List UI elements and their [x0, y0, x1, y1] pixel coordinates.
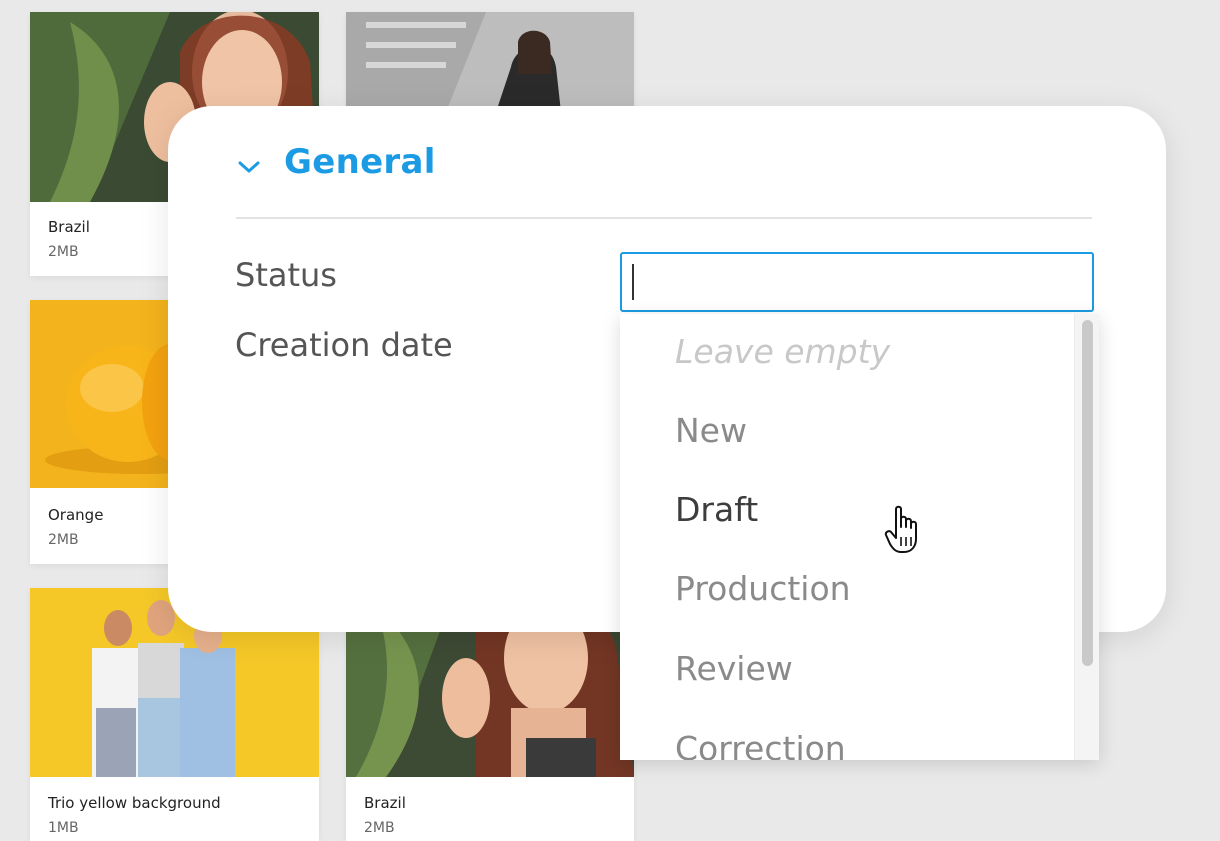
card-title: Brazil: [48, 218, 90, 236]
dropdown-option-production[interactable]: Production: [675, 569, 851, 608]
divider: [236, 217, 1092, 219]
dropdown-option-correction[interactable]: Correction: [675, 729, 846, 760]
dropdown-option-leave-empty[interactable]: Leave empty: [675, 332, 890, 371]
card-size: 1MB: [48, 820, 79, 836]
card-size: 2MB: [48, 532, 79, 548]
chevron-down-icon: [238, 161, 260, 173]
status-input[interactable]: [620, 252, 1094, 312]
status-label: Status: [235, 256, 337, 294]
section-title[interactable]: General: [284, 142, 436, 182]
dropdown-option-draft[interactable]: Draft: [675, 490, 758, 529]
dropdown-option-new[interactable]: New: [675, 411, 747, 450]
text-caret: [632, 264, 634, 300]
dropdown-option-review[interactable]: Review: [675, 649, 793, 688]
card-title: Trio yellow background: [48, 794, 221, 812]
gallery-card[interactable]: [346, 12, 634, 112]
hand-pointer-icon: [884, 505, 917, 553]
scrollbar-thumb[interactable]: [1082, 320, 1093, 666]
section-toggle[interactable]: [236, 150, 262, 184]
card-size: 2MB: [364, 820, 395, 836]
creation-date-label: Creation date: [235, 326, 453, 364]
card-title: Brazil: [364, 794, 406, 812]
card-title: Orange: [48, 506, 104, 524]
card-size: 2MB: [48, 244, 79, 260]
dropdown-scrollbar[interactable]: [1074, 314, 1099, 760]
status-dropdown[interactable]: Leave empty New Draft Production Review …: [620, 314, 1099, 760]
thumbnail-image: [346, 12, 634, 112]
